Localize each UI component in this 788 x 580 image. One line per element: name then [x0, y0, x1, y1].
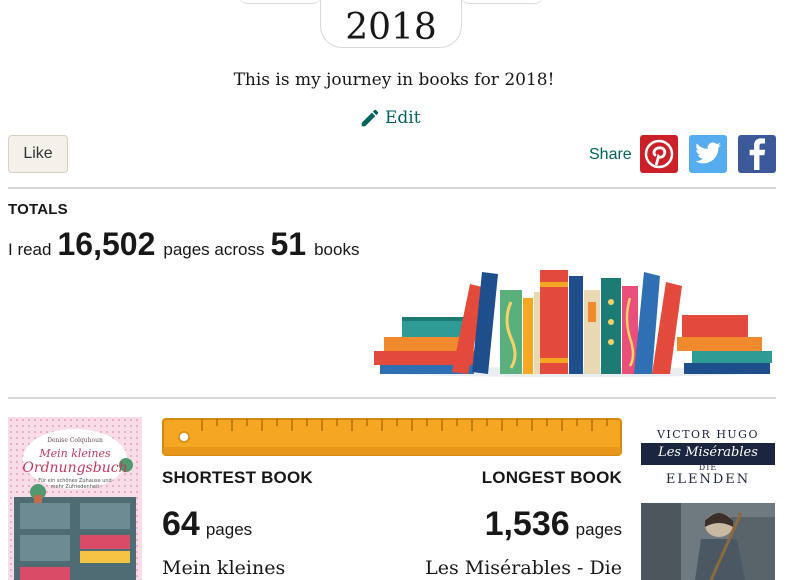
longest-book-title[interactable]: Les Misérables - Die [425, 557, 622, 579]
edit-link[interactable]: Edit [359, 104, 421, 132]
totals-middle: pages across [163, 240, 265, 259]
edit-label: Edit [385, 108, 421, 128]
year-tab-decoration-left [238, 0, 322, 4]
twitter-share-button[interactable] [689, 135, 727, 173]
longest-book-pages: 1,536 pages [485, 505, 622, 544]
shortest-book-heading: SHORTEST BOOK [162, 468, 313, 487]
shortest-book-title[interactable]: Mein kleines [162, 557, 285, 579]
longest-book-cover-art [641, 417, 775, 580]
totals-prefix: I read [8, 240, 52, 259]
shortest-book-cover[interactable] [8, 417, 142, 580]
facebook-icon [749, 138, 766, 170]
pinterest-share-button[interactable] [640, 135, 678, 173]
journey-subtitle: This is my journey in books for 2018! [233, 70, 555, 90]
like-button[interactable]: Like [8, 135, 68, 173]
section-divider [8, 397, 776, 399]
section-divider [8, 187, 776, 189]
longest-book-cover[interactable] [641, 417, 775, 580]
pencil-icon [361, 109, 379, 127]
total-books: 51 [270, 226, 307, 262]
shortest-pages-unit: pages [205, 520, 253, 539]
totals-suffix: books [314, 240, 360, 259]
share-label: Share [589, 146, 632, 163]
total-pages: 16,502 [57, 226, 156, 262]
shortest-book-pages: 64 pages [162, 505, 252, 544]
totals-summary: I read 16,502 pages across 51 books [8, 226, 359, 263]
shortest-book-cover-art [8, 417, 142, 580]
ruler-illustration [162, 418, 622, 456]
totals-heading: TOTALS [8, 201, 68, 218]
year-tab-decoration-right [460, 0, 544, 4]
longest-book-heading: LONGEST BOOK [481, 468, 622, 487]
bookshelf-illustration [374, 270, 772, 377]
longest-pages-value: 1,536 [484, 505, 570, 543]
year-title: 2018 [345, 7, 437, 48]
pinterest-icon [644, 139, 674, 169]
twitter-icon [695, 142, 721, 164]
facebook-share-button[interactable] [738, 135, 776, 173]
longest-pages-unit: pages [575, 520, 622, 539]
year-tab: 2018 [320, 0, 462, 48]
shortest-pages-value: 64 [162, 505, 200, 543]
